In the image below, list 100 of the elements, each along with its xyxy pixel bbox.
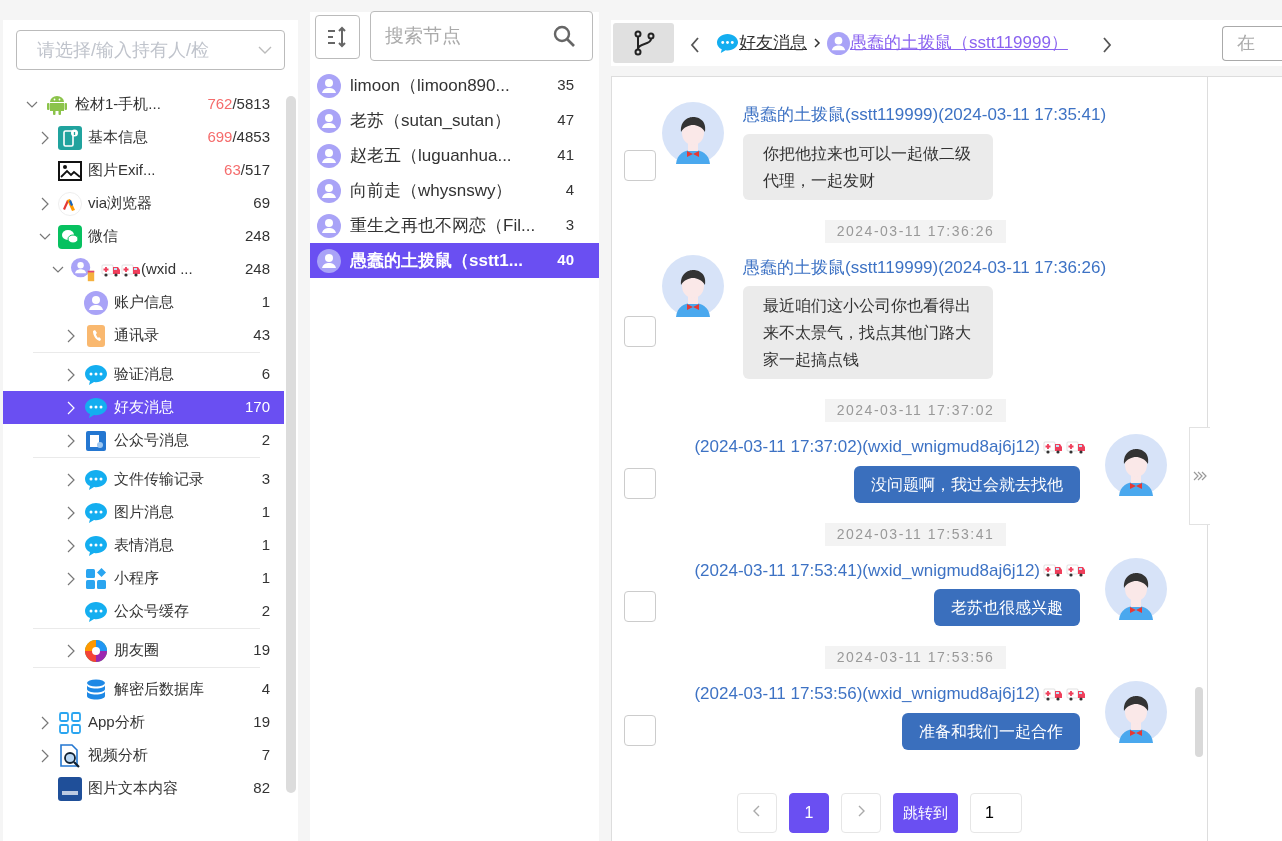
contact-item[interactable]: 愚蠢的土拨鼠（sstt1... 40 [310, 243, 599, 278]
contact-name: limoon（limoon890... [350, 74, 511, 97]
item-count: /5813 [232, 94, 270, 115]
message-header: (2024-03-11 17:53:56)(wxid_wnigmud8aj6j12) [694, 683, 1040, 705]
scrollbar[interactable] [286, 96, 296, 793]
contact-item[interactable]: 赵老五（luguanhua... 41 [310, 138, 599, 173]
tree-item[interactable]: App分析 19 [3, 706, 284, 739]
breadcrumb-link[interactable]: 好友消息 [739, 30, 807, 56]
tree-label: 通讯录 [114, 325, 160, 346]
ocr-icon [58, 776, 82, 801]
page-input[interactable]: 1 [970, 793, 1022, 833]
collapse-handle[interactable] [1189, 427, 1210, 525]
checkbox[interactable] [624, 316, 656, 348]
image-icon [58, 158, 82, 183]
tree-item[interactable]: 基本信息 699/4853 [3, 121, 284, 154]
message-header: (2024-03-11 17:53:41)(wxid_wnigmud8aj6j12) [694, 559, 1040, 582]
tree-item[interactable]: 通讯录 43 [3, 319, 284, 352]
select-placeholder: 请选择/输入持有人/检 [37, 38, 209, 62]
ambulance-icon [1043, 439, 1063, 454]
timestamp: 2024-03-11 17:37:02 [824, 399, 1007, 422]
message-header: 愚蠢的土拨鼠(sstt119999)(2024-03-11 17:36:26) [743, 256, 1107, 279]
contact-item[interactable]: 重生之再也不网恋（Fil... 3 [310, 208, 599, 243]
avatar-icon [662, 102, 724, 164]
message-bubble: 老苏也很感兴趣 [934, 589, 1080, 626]
tree-item[interactable]: 表情消息 1 [3, 529, 284, 562]
tree-item[interactable]: via浏览器 69 [3, 187, 284, 220]
search-icon [552, 24, 576, 48]
contact-item[interactable]: 老苏（sutan_sutan） 47 [310, 103, 599, 138]
message-bubble: 准备和我们一起合作 [902, 712, 1080, 750]
contact-count: 47 [557, 110, 574, 131]
chevron-left-icon [753, 804, 761, 817]
chat-icon [84, 395, 108, 420]
next-page-button[interactable] [841, 793, 881, 833]
tree-item[interactable]: 图片消息 1 [3, 496, 284, 529]
contact-count: 35 [557, 75, 574, 96]
avatar-icon [1105, 557, 1167, 620]
avatar-icon [1105, 681, 1167, 743]
item-count: 69 [253, 193, 270, 214]
ambulance-icon [1066, 563, 1086, 578]
tree-item[interactable]: 微信 248 [3, 220, 284, 253]
checkbox[interactable] [624, 714, 656, 746]
tree-label: 图片文本内容 [88, 778, 179, 799]
branch-button[interactable] [613, 23, 674, 63]
contact-count: 4 [565, 180, 574, 201]
tree-item[interactable]: (wxid ... 248 [3, 253, 284, 286]
checkbox[interactable] [624, 467, 656, 499]
prev-page-button[interactable] [737, 793, 777, 833]
database-icon [84, 677, 108, 702]
tree-item[interactable]: 检材1-手机... 762/5813 [3, 88, 284, 121]
contact-count: 41 [557, 145, 574, 166]
chevron-right-icon [857, 804, 865, 817]
user-avatar-icon [71, 257, 95, 282]
tree-item[interactable]: 公众号消息 2 [3, 424, 284, 457]
file-search-icon [58, 743, 82, 768]
item-count: 43 [253, 325, 270, 346]
chevron-left-icon [690, 36, 700, 53]
user-icon [317, 108, 341, 133]
ambulance-icon [1043, 686, 1063, 701]
tree-label: 解密后数据库 [114, 679, 205, 700]
search-placeholder: 搜索节点 [385, 23, 461, 48]
contact-count: 40 [557, 250, 574, 271]
tree-label: 账户信息 [114, 292, 175, 313]
tree-item[interactable]: 好友消息 170 [3, 391, 284, 424]
tree-item[interactable]: 小程序 1 [3, 562, 284, 595]
jump-button[interactable]: 跳转到 [893, 793, 958, 833]
ambulance-icon [101, 262, 121, 277]
tree-item[interactable]: 账户信息 1 [3, 286, 284, 319]
tree-item[interactable]: 图片文本内容 82 [3, 772, 284, 805]
timestamp: 2024-03-11 17:36:26 [824, 219, 1007, 243]
chat-icon [84, 500, 108, 525]
user-icon [84, 290, 108, 315]
contact-name: 向前走（whysnswy） [350, 179, 514, 202]
contact-item[interactable]: limoon（limoon890... 35 [310, 68, 599, 103]
user-icon [827, 31, 850, 55]
checkbox[interactable] [624, 591, 656, 623]
user-icon [317, 213, 341, 238]
checkbox[interactable] [624, 150, 656, 182]
ambulance-icon [1043, 563, 1063, 578]
tree-label: 图片消息 [114, 502, 175, 523]
count-highlight: 63 [224, 160, 241, 181]
tree-label: via浏览器 [88, 193, 154, 214]
tree-label: 公众号消息 [114, 430, 190, 451]
message-bubble: 没问题啊，我过会就去找他 [854, 465, 1080, 503]
breadcrumb-link[interactable]: 愚蠢的土拨鼠（sstt119999） [850, 30, 1078, 56]
tree-item[interactable]: 公众号缓存 2 [3, 595, 284, 628]
tree-label: 验证消息 [114, 364, 175, 385]
count-highlight: 762 [207, 94, 233, 115]
count-highlight: 699 [207, 127, 233, 148]
tree-item[interactable]: 视频分析 7 [3, 739, 284, 772]
user-icon [317, 248, 341, 273]
sort-button[interactable] [315, 15, 360, 59]
tree-item[interactable]: 图片Exif... 63/517 [3, 154, 284, 187]
contact-count: 3 [565, 215, 574, 236]
page-button[interactable]: 1 [789, 793, 829, 833]
tree-label: App分析 [88, 712, 146, 733]
browser-logo-icon [58, 191, 82, 216]
tree-label: 公众号缓存 [114, 601, 190, 622]
contact-item[interactable]: 向前走（whysnswy） 4 [310, 173, 599, 208]
scrollbar[interactable] [1195, 687, 1203, 757]
chat-icon [716, 31, 739, 55]
